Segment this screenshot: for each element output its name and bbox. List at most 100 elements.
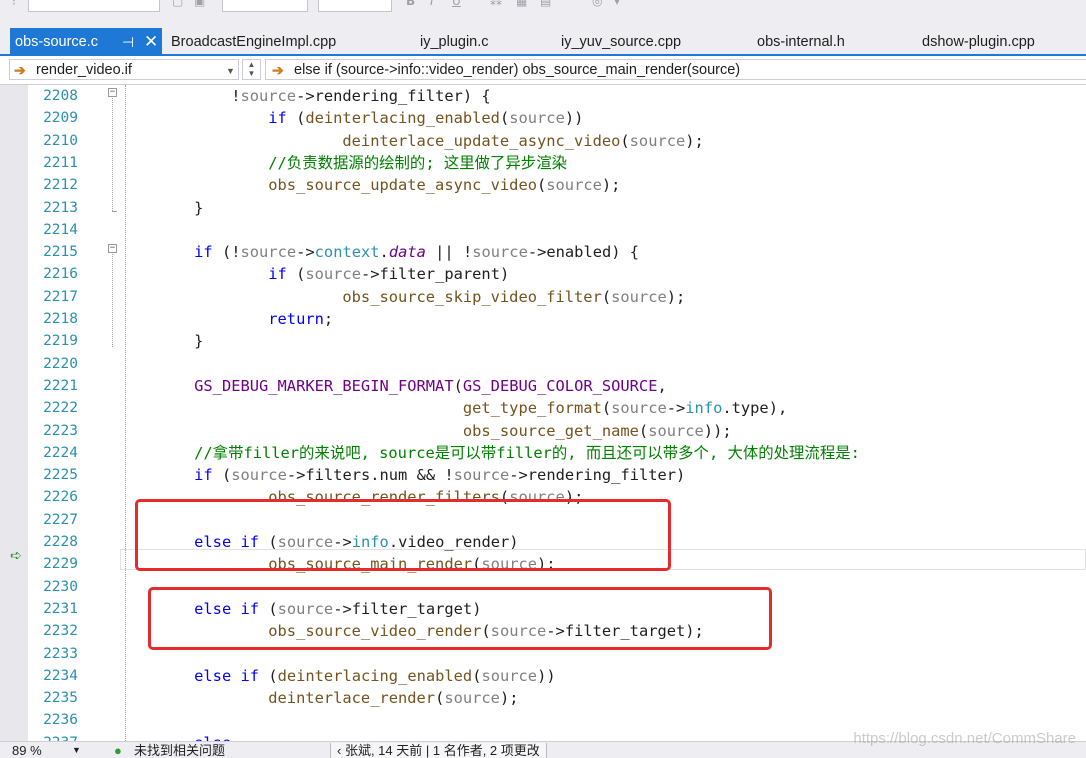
code-text[interactable]: GS_DEBUG_MARKER_BEGIN_FORMAT(GS_DEBUG_CO… [120,375,667,397]
code-line[interactable]: 2209 if (deinterlacing_enabled(source)) [0,107,1086,129]
code-text[interactable]: if (source->filter_parent) [120,263,509,285]
code-line[interactable]: 2235 deinterlace_render(source); [0,687,1086,709]
code-line[interactable]: 2213 } [0,197,1086,219]
scope-dropdown[interactable]: ➔ render_video.if ▼ [9,59,239,80]
chevron-down-icon[interactable]: ▼ [226,61,235,81]
line-number: 2233 [43,645,78,662]
code-text[interactable]: if (!source->context.data || !source->en… [120,241,639,263]
toolbar-dropdown-icon[interactable]: ▾ [614,0,620,8]
line-number: 2208 [43,88,78,104]
nav-spinner[interactable]: ▲ ▼ [242,59,261,80]
toolbar-combo-3[interactable] [318,0,392,12]
code-line[interactable]: 2214 [0,219,1086,241]
code-text[interactable]: if (deinterlacing_enabled(source)) [120,107,583,129]
code-line[interactable]: 2212 obs_source_update_async_video(sourc… [0,174,1086,196]
line-number: 2230 [43,578,78,595]
code-line[interactable]: 2211 //负责数据源的绘制的; 这里做了异步渲染 [0,152,1086,174]
toolbar-combo-1[interactable] [28,0,160,12]
code-line[interactable]: 2215 if (!source->context.data || !sourc… [0,241,1086,263]
line-number: 2234 [43,667,78,684]
italic-icon[interactable]: I [430,0,434,8]
line-number: 2218 [43,311,78,327]
member-dropdown[interactable]: ➔ else if (source->info::video_render) o… [265,59,1086,80]
code-line[interactable]: 2219 } [0,330,1086,352]
code-line[interactable]: 2222 get_type_format(source->info.type), [0,397,1086,419]
document-tab-bar: obs-source.c ⊣ ✕ BroadcastEngineImpl.cpp… [0,28,1086,56]
line-number: 2236 [43,712,78,729]
line-number: 2211 [43,154,78,171]
tab-dshow-plugin[interactable]: dshow-plugin.cpp [922,28,1035,54]
pin-icon[interactable]: ⊣ [122,28,134,56]
code-text[interactable]: } [120,197,203,219]
close-icon[interactable]: ✕ [144,28,158,56]
tab-iy-plugin[interactable]: iy_plugin.c [420,28,489,54]
code-line[interactable]: 2224 //拿带filler的来说吧, source是可以带filler的, … [0,442,1086,464]
member-label: else if (source->info::video_render) obs… [294,62,741,78]
line-number: 2217 [43,288,78,305]
toolbar-icon-4[interactable]: ▦ [516,0,527,8]
code-text[interactable]: if (source->filters.num && !source->rend… [120,464,685,486]
line-number: 2216 [43,266,78,283]
bold-icon[interactable]: B [406,0,415,8]
highlight-box [135,499,671,571]
tab-obs-internal[interactable]: obs-internal.h [757,28,845,54]
code-text[interactable]: } [120,330,203,352]
code-line[interactable]: 2218 return; [0,308,1086,330]
code-text[interactable]: obs_source_get_name(source)); [120,420,732,442]
toolbar-icon-6[interactable]: ◎ [592,0,602,8]
zoom-dropdown-icon[interactable]: ▼ [72,743,81,758]
code-editor[interactable]: ➪ − − 2208 !source->rendering_filter) {2… [0,85,1086,741]
code-text[interactable]: deinterlace_update_async_video(source); [120,130,703,152]
toolbar-icon-3[interactable]: ⁂ [490,0,502,8]
spin-up-icon[interactable]: ▲ [243,60,260,69]
code-line[interactable]: 2208 !source->rendering_filter) { [0,85,1086,107]
code-line[interactable]: 2221 GS_DEBUG_MARKER_BEGIN_FORMAT(GS_DEB… [0,375,1086,397]
tab-iy-yuv-source[interactable]: iy_yuv_source.cpp [561,28,681,54]
codelens-info: 张斌, 14 天前 | 1 名作者, 2 项更改 [344,743,540,758]
highlight-box [148,587,772,650]
code-text[interactable]: obs_source_skip_video_filter(source); [120,286,685,308]
code-line[interactable]: 2217 obs_source_skip_video_filter(source… [0,286,1086,308]
code-text[interactable]: else [120,732,231,741]
zoom-level[interactable]: 89 % [12,743,42,758]
line-number: 2235 [43,690,78,707]
codelens-bar[interactable]: ‹ 张斌, 14 天前 | 1 名作者, 2 项更改 [330,743,547,758]
tab-label: obs-source.c [15,34,99,50]
issues-status[interactable]: 未找到相关问题 [134,743,225,758]
line-number: 2212 [43,177,78,194]
code-text[interactable]: deinterlace_render(source); [120,687,518,709]
toolbar-combo-2[interactable] [222,0,308,12]
spin-down-icon[interactable]: ▼ [243,69,260,78]
code-text[interactable]: //负责数据源的绘制的; 这里做了异步渲染 [120,152,567,174]
code-text[interactable]: return; [120,308,333,330]
line-number: 2228 [43,534,78,550]
code-text[interactable]: //拿带filler的来说吧, source是可以带filler的, 而且还可以… [120,442,860,464]
tab-obs-source[interactable]: obs-source.c ⊣ ✕ [10,28,162,54]
tab-broadcast-engine-impl[interactable]: BroadcastEngineImpl.cpp [171,28,336,54]
code-text[interactable]: obs_source_update_async_video(source); [120,174,620,196]
code-line[interactable]: 2225 if (source->filters.num && !source-… [0,464,1086,486]
code-line[interactable]: 2236 [0,709,1086,731]
line-number: 2220 [43,355,78,372]
toolbar-icon-2[interactable]: ▣ [194,0,205,8]
underline-icon[interactable]: U [452,0,461,8]
code-line[interactable]: 2234 else if (deinterlacing_enabled(sour… [0,665,1086,687]
toolbar-icon-1[interactable]: ▢ [172,0,183,8]
check-circle-icon: ● [114,743,122,758]
scope-label: render_video.if [36,62,132,78]
navigation-bar: ➔ render_video.if ▼ ▲ ▼ ➔ else if (sourc… [0,56,1086,85]
arrow-right-icon: ➔ [272,62,284,78]
drag-handle-icon[interactable]: ⁝ [12,0,16,8]
chevron-left-icon[interactable]: ‹ [337,743,345,758]
toolbar-icon-5[interactable]: ▤ [540,0,551,8]
code-line[interactable]: 2210 deinterlace_update_async_video(sour… [0,130,1086,152]
code-line[interactable]: 2223 obs_source_get_name(source)); [0,420,1086,442]
code-text[interactable]: !source->rendering_filter) { [120,85,490,107]
code-line[interactable]: 2220 [0,353,1086,375]
code-line[interactable]: 2216 if (source->filter_parent) [0,263,1086,285]
line-number: 2210 [43,132,78,149]
line-number: 2214 [43,221,78,238]
line-number: 2231 [43,600,78,617]
code-text[interactable]: else if (deinterlacing_enabled(source)) [120,665,555,687]
code-text[interactable]: get_type_format(source->info.type), [120,397,787,419]
